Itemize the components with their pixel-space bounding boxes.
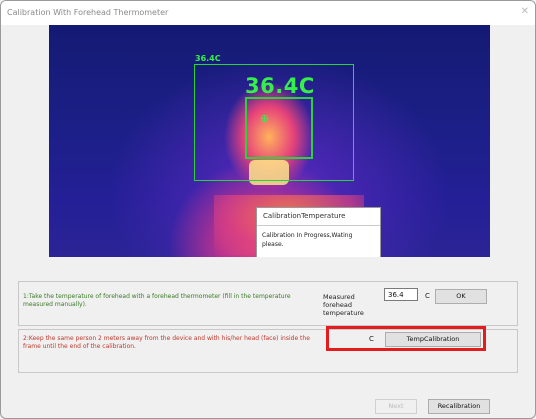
thermal-camera-view: 36.4C 36.4C ⊕ CalibrationTemperature Cal… [49,25,490,257]
temp-calibration-button[interactable]: TempCalibration [385,332,481,347]
close-icon[interactable]: ✕ [521,6,529,17]
next-button[interactable]: Next [375,399,417,414]
calibration-dialog: Calibration With Forehead Thermometer ✕ … [0,0,536,419]
temperature-unit-label: C [425,292,430,300]
frame-temperature-label: 36.4C [195,54,221,63]
ok-button[interactable]: OK [435,289,487,304]
title-bar: Calibration With Forehead Thermometer ✕ [1,1,535,25]
window-title: Calibration With Forehead Thermometer [7,8,169,17]
calibration-unit-label: C [369,335,374,343]
measured-temperature-display: 36.4C [245,74,315,98]
step2-instruction: 2:Keep the same person 2 meters away fro… [23,335,310,350]
step1-instruction: 1:Take the temperature of forehead with … [23,293,291,308]
forehead-temperature-input[interactable]: 36.4 [384,288,418,301]
calibration-progress-popup: CalibrationTemperature Calibration In Pr… [256,207,381,257]
recalibration-button[interactable]: Recalibration [428,399,490,414]
popup-message: Calibration In Progress,Wating please. [262,232,353,248]
measured-temperature-label: Measured forehead temperature [323,293,364,317]
forehead-target-frame [245,97,313,159]
popup-title: CalibrationTemperature [257,208,380,226]
crosshair-icon: ⊕ [260,112,270,125]
